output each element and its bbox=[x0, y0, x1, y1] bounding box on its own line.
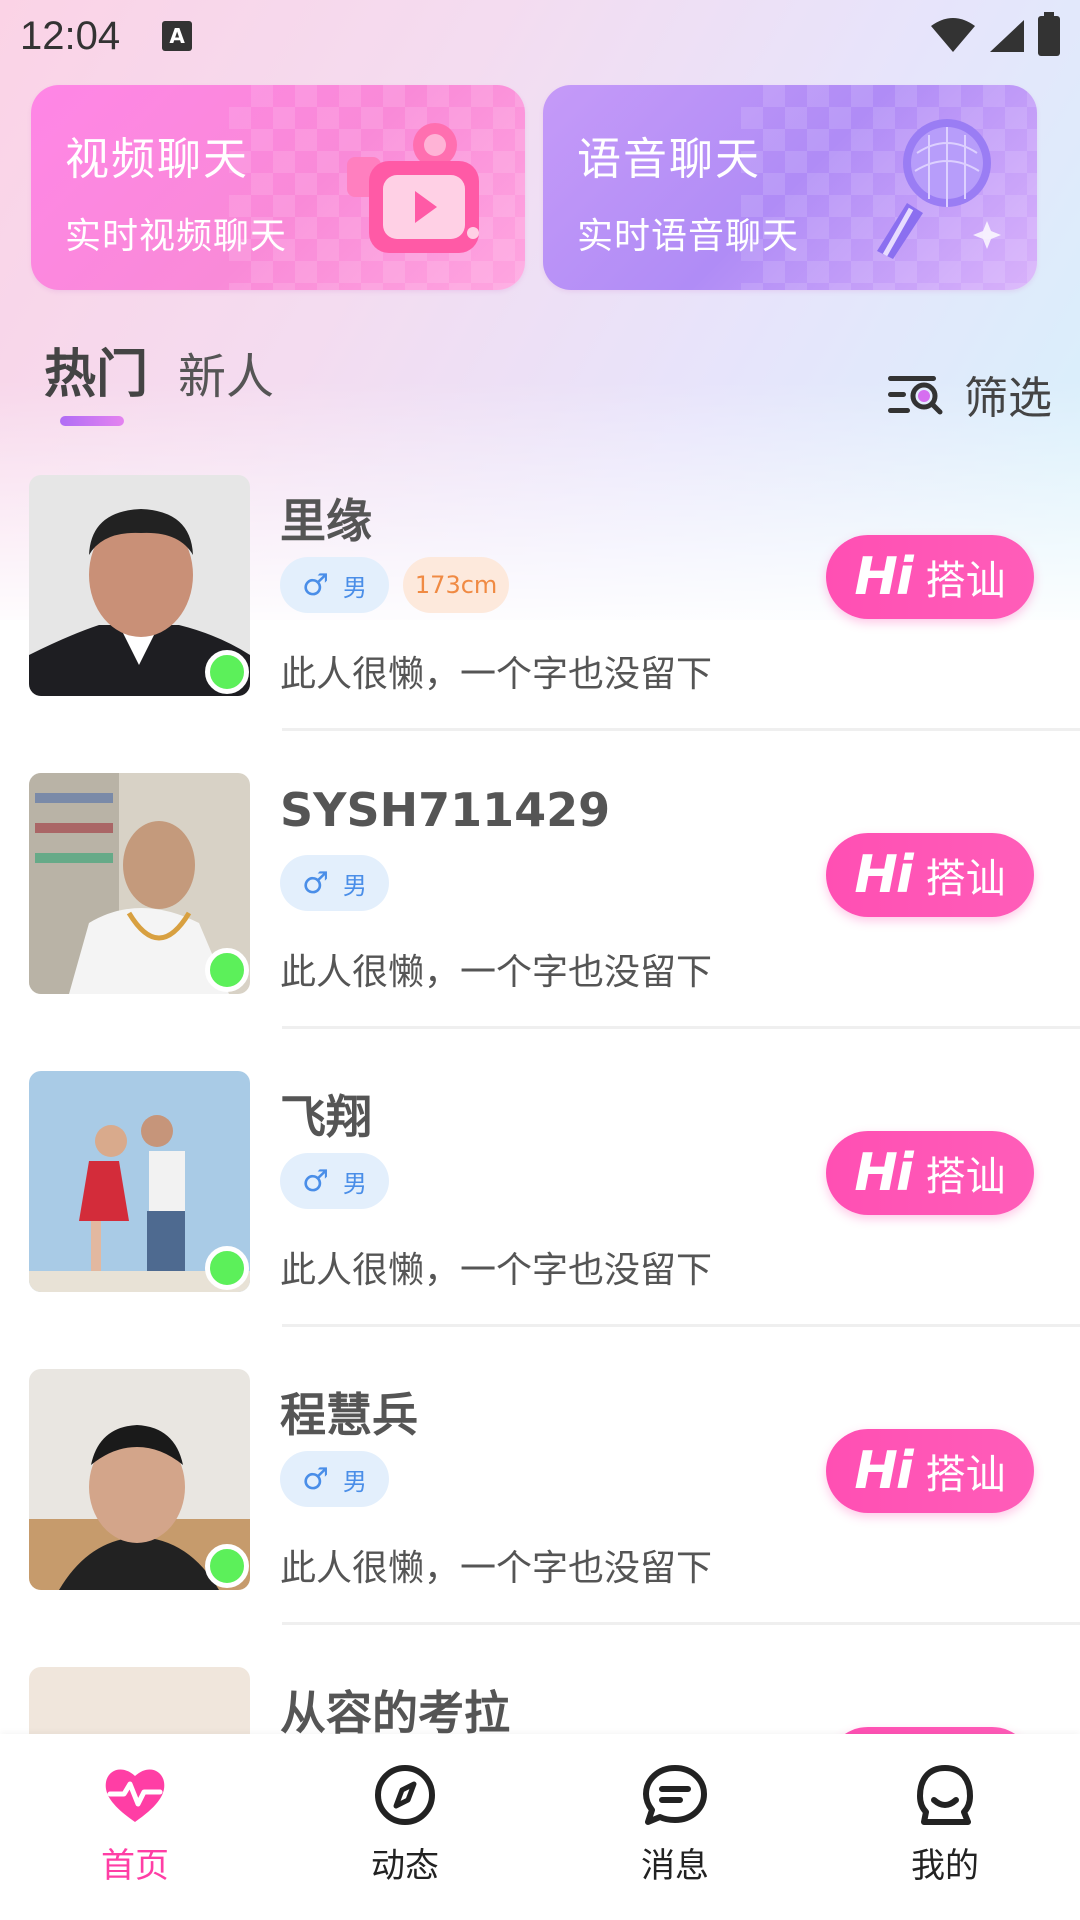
gender-tag: ♂ 男 bbox=[280, 1153, 389, 1209]
video-chat-card[interactable]: 视频聊天 实时视频聊天 bbox=[31, 85, 525, 290]
user-signature: 此人很懒，一个字也没留下 bbox=[280, 952, 713, 993]
user-signature: 此人很懒，一个字也没留下 bbox=[280, 654, 713, 695]
greet-button[interactable]: Hi 搭讪 bbox=[826, 535, 1034, 619]
nav-label-home: 首页 bbox=[101, 1846, 169, 1886]
nav-item-moments[interactable]: 动态 bbox=[270, 1734, 540, 1920]
greet-label: 搭讪 bbox=[925, 1452, 1006, 1498]
gender-tag: ♂ 男 bbox=[280, 855, 389, 911]
online-status-dot bbox=[205, 948, 249, 992]
tab-new[interactable]: 新人 bbox=[178, 337, 274, 407]
bottom-nav: 首页 动态 消息 我的 bbox=[0, 1734, 1080, 1920]
male-icon: ♂ bbox=[302, 567, 329, 603]
user-signature: 此人很懒，一个字也没留下 bbox=[280, 1548, 713, 1589]
nav-label-profile: 我的 bbox=[911, 1846, 979, 1886]
user-name: 程慧兵 bbox=[280, 1388, 418, 1442]
hi-icon: Hi bbox=[854, 845, 913, 905]
battery-icon bbox=[1038, 12, 1060, 56]
list-item[interactable]: 飞翔 ♂ 男 此人很懒，一个字也没留下 Hi 搭讪 bbox=[0, 1071, 1080, 1369]
keyboard-indicator-icon: A bbox=[162, 21, 193, 51]
user-tags: ♂ 男 bbox=[280, 1153, 389, 1209]
tab-hot[interactable]: 热门 bbox=[44, 332, 148, 407]
status-bar: 12:04 A bbox=[0, 0, 1080, 72]
male-icon: ♂ bbox=[302, 1461, 329, 1497]
list-tabs: 热门 新人 bbox=[44, 332, 274, 407]
wifi-icon bbox=[931, 18, 975, 52]
hi-icon: Hi bbox=[854, 1441, 913, 1501]
hi-icon: Hi bbox=[854, 547, 913, 607]
greet-label: 搭讪 bbox=[925, 856, 1006, 902]
greet-button[interactable]: Hi 搭讪 bbox=[826, 1131, 1034, 1215]
nav-item-home[interactable]: 首页 bbox=[0, 1734, 270, 1920]
gender-label: 男 bbox=[342, 573, 367, 602]
filter-label: 筛选 bbox=[964, 373, 1052, 424]
voice-chat-card[interactable]: 语音聊天 实时语音聊天 bbox=[543, 85, 1037, 290]
greet-label: 搭讪 bbox=[925, 1154, 1006, 1200]
height-tag: 173cm bbox=[402, 557, 510, 613]
gender-label: 男 bbox=[342, 871, 367, 900]
male-icon: ♂ bbox=[302, 1163, 329, 1199]
status-time: 12:04 bbox=[20, 13, 121, 58]
greet-label: 搭讪 bbox=[925, 558, 1006, 604]
user-tags: ♂ 男 173cm bbox=[280, 557, 510, 613]
nav-item-profile[interactable]: 我的 bbox=[810, 1734, 1080, 1920]
video-camera-icon bbox=[347, 123, 479, 253]
divider bbox=[282, 1324, 1080, 1327]
gender-tag: ♂ 男 bbox=[280, 1451, 389, 1507]
signal-icon bbox=[990, 20, 1024, 52]
user-list: 里缘 ♂ 男 173cm 此人很懒，一个字也没留下 Hi 搭讪 SYSH7114… bbox=[0, 475, 1080, 1920]
divider bbox=[282, 1026, 1080, 1029]
list-item[interactable]: 里缘 ♂ 男 173cm 此人很懒，一个字也没留下 Hi 搭讪 bbox=[0, 475, 1080, 773]
online-status-dot bbox=[205, 1246, 249, 1290]
user-name: SYSH711429 bbox=[280, 783, 611, 837]
online-status-dot bbox=[205, 1544, 249, 1588]
user-name: 飞翔 bbox=[280, 1090, 372, 1144]
male-icon: ♂ bbox=[302, 865, 329, 901]
greet-button[interactable]: Hi 搭讪 bbox=[826, 1429, 1034, 1513]
gender-tag: ♂ 男 bbox=[280, 557, 389, 613]
active-tab-indicator bbox=[60, 416, 124, 426]
filter-button[interactable]: 筛选 bbox=[886, 362, 1052, 426]
profile-icon bbox=[917, 1765, 973, 1825]
online-status-dot bbox=[205, 650, 249, 694]
compass-icon bbox=[375, 1765, 435, 1825]
user-signature: 此人很懒，一个字也没留下 bbox=[280, 1250, 713, 1291]
user-name: 里缘 bbox=[280, 494, 372, 548]
microphone-icon bbox=[877, 119, 1001, 259]
user-tags: ♂ 男 bbox=[280, 1451, 389, 1507]
gender-label: 男 bbox=[342, 1467, 367, 1496]
heartbeat-icon bbox=[105, 1769, 165, 1822]
nav-label-moments: 动态 bbox=[371, 1846, 439, 1886]
chat-bubble-icon bbox=[643, 1765, 707, 1825]
divider bbox=[282, 1622, 1080, 1625]
divider bbox=[282, 728, 1080, 731]
nav-item-messages[interactable]: 消息 bbox=[540, 1734, 810, 1920]
gender-label: 男 bbox=[342, 1169, 367, 1198]
list-item[interactable]: SYSH711429 ♂ 男 此人很懒，一个字也没留下 Hi 搭讪 bbox=[0, 773, 1080, 1071]
hi-icon: Hi bbox=[854, 1143, 913, 1203]
greet-button[interactable]: Hi 搭讪 bbox=[826, 833, 1034, 917]
nav-label-messages: 消息 bbox=[641, 1846, 709, 1886]
list-item[interactable]: 程慧兵 ♂ 男 此人很懒，一个字也没留下 Hi 搭讪 bbox=[0, 1369, 1080, 1667]
user-tags: ♂ 男 bbox=[280, 855, 389, 911]
filter-search-icon bbox=[888, 376, 943, 415]
